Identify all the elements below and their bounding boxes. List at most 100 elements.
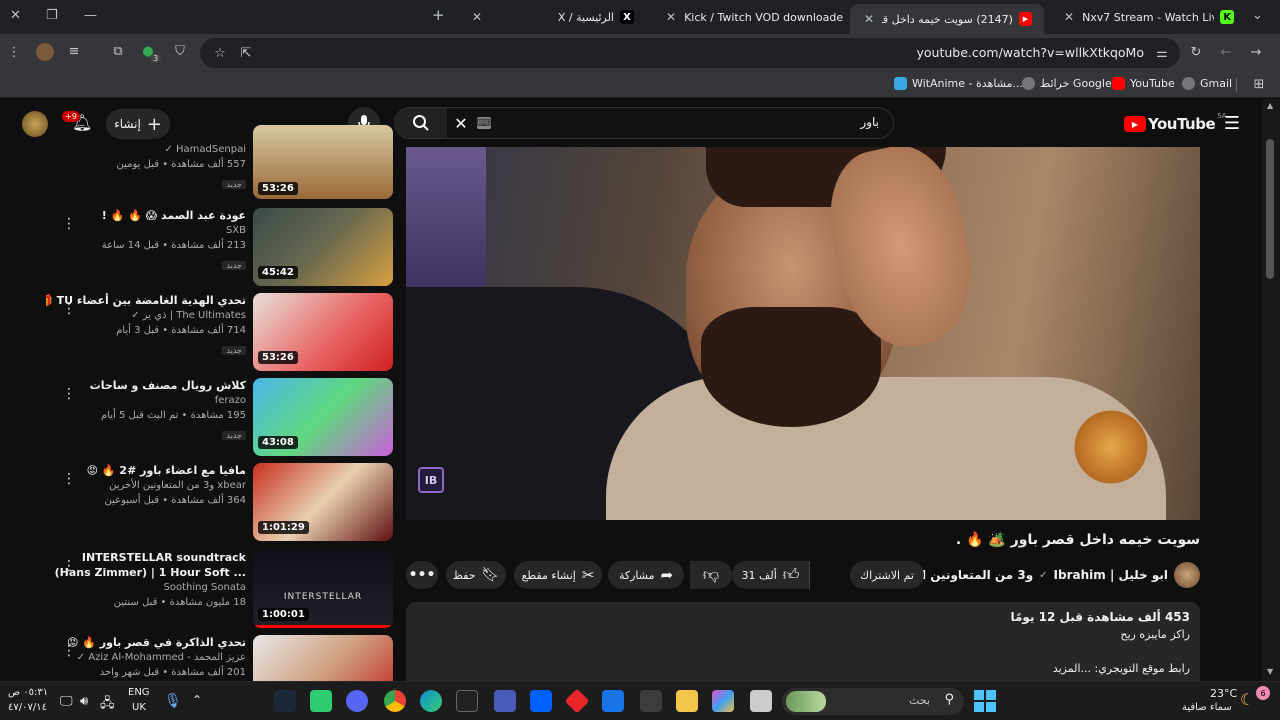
search-box[interactable]: ✕ ⌨ باور bbox=[394, 107, 894, 139]
minimize-window-icon[interactable]: — bbox=[84, 8, 97, 23]
share-button[interactable]: مشاركة ➦ bbox=[608, 561, 684, 589]
volume-icon[interactable]: 🔊︎ bbox=[80, 694, 88, 709]
recommendation-item[interactable]: INTERSTELLAR 1:00:01 ⋮ INTERSTELLAR soun… bbox=[40, 550, 396, 632]
close-tab-icon[interactable]: ✕ bbox=[472, 10, 482, 24]
epic-games-icon[interactable] bbox=[456, 690, 478, 712]
copilot-icon[interactable] bbox=[712, 690, 734, 712]
video-title[interactable]: مافيا مع اعضاء باور #2 🔥 😡 bbox=[46, 463, 246, 478]
recommendation-item[interactable]: 43:08 ⋮ كلاش رويال مصنف و ساحات ferazo 1… bbox=[40, 378, 396, 460]
channel-name[interactable]: SXB bbox=[46, 223, 246, 238]
omnibox[interactable]: ☆ ⇱ youtube.com/watch?v=wllkXtkqoMo ⚌ bbox=[200, 38, 1180, 68]
subscribed-button[interactable]: تم الاشتراك bbox=[850, 561, 924, 589]
close-tab-icon[interactable]: ✕ bbox=[864, 12, 874, 26]
close-tab-icon[interactable]: ✕ bbox=[1064, 10, 1074, 24]
input-region[interactable]: UK bbox=[132, 702, 146, 713]
description-box[interactable]: 453 ألف مشاهدة قبل 12 يومًا راكز مايبزه … bbox=[406, 602, 1200, 692]
channel-name[interactable]: ferazo bbox=[46, 393, 246, 408]
steam-icon[interactable] bbox=[274, 690, 296, 712]
video-title[interactable]: تحدي الذاكرة في قصر باور 🔥 😡 bbox=[46, 635, 246, 650]
video-player[interactable]: IB bbox=[406, 147, 1200, 520]
save-button[interactable]: حفظ 🔖︎ bbox=[446, 561, 506, 589]
input-language[interactable]: ENG bbox=[128, 687, 150, 698]
page-scrollbar[interactable]: ▲ ▼ bbox=[1262, 99, 1280, 681]
clear-search-icon[interactable]: ✕ bbox=[453, 114, 469, 133]
url-text[interactable]: youtube.com/watch?v=wllkXtkqoMo bbox=[916, 45, 1144, 60]
apps-grid-icon[interactable]: ⊞ bbox=[1252, 77, 1266, 92]
channel-name[interactable]: عزيز المحمد - Aziz Al-Mohammed ✓ bbox=[46, 650, 246, 665]
channel-avatar[interactable] bbox=[1174, 562, 1200, 588]
file-explorer-icon[interactable] bbox=[676, 690, 698, 712]
like-button[interactable]: 31 ألف 👍︎ bbox=[732, 561, 810, 589]
keyboard-icon[interactable]: ⌨ bbox=[477, 117, 491, 129]
video-title[interactable]: تحدي الهدية الغامضة بين أعضاء TU 🎁 bbox=[46, 293, 246, 308]
video-title[interactable]: INTERSTELLAR soundtrack (Hans Zimmer) | … bbox=[46, 550, 246, 580]
restore-window-icon[interactable]: ❐ bbox=[46, 8, 58, 23]
clock-time[interactable]: ٠٥:٣١ ص bbox=[8, 687, 48, 698]
scrollbar-thumb[interactable] bbox=[1266, 139, 1274, 279]
tab-vod-downloader[interactable]: ✕ Kick / Twitch VOD downloader D bbox=[652, 4, 844, 30]
edge-icon[interactable] bbox=[420, 690, 442, 712]
channel-name[interactable]: HamadSenpai ✓ bbox=[46, 142, 246, 157]
profile-avatar-icon[interactable] bbox=[36, 43, 54, 61]
mail-icon[interactable] bbox=[602, 690, 624, 712]
channel-watermark[interactable]: IB bbox=[418, 467, 444, 493]
bookmark-youtube[interactable]: YouTube bbox=[1112, 77, 1175, 90]
forward-icon[interactable]: ← bbox=[1218, 44, 1234, 60]
search-input[interactable]: باور bbox=[860, 115, 879, 129]
store-icon[interactable] bbox=[640, 690, 662, 712]
bookmark-witanime[interactable]: WitAnime - مشاهدة... bbox=[894, 77, 1023, 90]
tab-x-home[interactable]: X الرئيسية / X ✕ bbox=[458, 4, 646, 30]
description-text[interactable]: رابط موقع التويجري: ...المزيد bbox=[1053, 662, 1190, 675]
discord-icon[interactable] bbox=[346, 690, 368, 712]
app-gray-icon[interactable] bbox=[750, 690, 772, 712]
channel-name[interactable]: xbear و3 من المتعاونين الأخرين bbox=[46, 478, 246, 493]
close-window-icon[interactable]: ✕ bbox=[10, 8, 21, 23]
network-icon[interactable]: 🖧︎ bbox=[100, 694, 115, 716]
new-tab-icon[interactable]: + bbox=[432, 6, 445, 24]
reload-icon[interactable]: ↻ bbox=[1188, 44, 1204, 60]
recommendation-item[interactable]: 53:26 HamadSenpai ✓ 557 ألف مشاهدة • قبل… bbox=[40, 125, 396, 199]
tab-youtube-active[interactable]: ✕ (2147) سويت خيمه داخل قصر باو ▶ bbox=[850, 4, 1044, 34]
recommendation-item[interactable]: 45:42 ⋮ عودة عبد الصمد 😱 🔥 🔥 ! SXB 213 أ… bbox=[40, 208, 396, 290]
video-title[interactable]: عودة عبد الصمد 😱 🔥 🔥 ! bbox=[46, 208, 246, 223]
media-controls-icon[interactable]: ≡ bbox=[66, 43, 82, 59]
app-blue-icon[interactable] bbox=[494, 690, 516, 712]
menu-kebab-icon[interactable]: ⋮ bbox=[6, 44, 22, 60]
shield-icon[interactable]: ⛉ bbox=[172, 43, 188, 59]
site-settings-icon[interactable]: ⚌ bbox=[1154, 45, 1170, 61]
channel-name[interactable]: Soothing Sonata bbox=[46, 580, 246, 595]
close-tab-icon[interactable]: ✕ bbox=[666, 10, 676, 24]
recommendation-item[interactable]: 1:01:29 ⋮ مافيا مع اعضاء باور #2 🔥 😡 xbe… bbox=[40, 463, 396, 545]
channel-name[interactable]: The Ultimates | ذي ير ✓ bbox=[46, 308, 246, 323]
extensions-icon[interactable]: ⧉ bbox=[110, 43, 126, 59]
dislike-button[interactable]: 👎︎ bbox=[690, 561, 732, 589]
clock-date[interactable]: ٤٧/٠٧/١٤ bbox=[8, 702, 47, 713]
notification-center-icon[interactable]: 🖵︎ bbox=[60, 694, 73, 709]
dropbox-icon[interactable] bbox=[530, 690, 552, 712]
weather-temp[interactable]: 23°C bbox=[1210, 687, 1237, 700]
more-actions-button[interactable]: ••• bbox=[406, 561, 438, 589]
search-button[interactable] bbox=[395, 108, 447, 138]
app-green-icon[interactable] bbox=[310, 690, 332, 712]
bookmark-star-icon[interactable]: ☆ bbox=[212, 45, 228, 61]
scroll-down-icon[interactable]: ▼ bbox=[1267, 667, 1273, 676]
mic-tray-icon[interactable]: 🎙︎ bbox=[164, 693, 182, 709]
start-button[interactable] bbox=[974, 690, 996, 712]
show-hidden-icons[interactable]: ⌃ bbox=[192, 693, 202, 707]
youtube-logo[interactable]: ▶ YouTube SA bbox=[1124, 112, 1227, 133]
chrome-icon[interactable] bbox=[384, 690, 406, 712]
app-red-icon[interactable] bbox=[564, 688, 590, 714]
weather-desc[interactable]: سماء صافية bbox=[1182, 702, 1232, 713]
video-title[interactable]: كلاش رويال مصنف و ساحات bbox=[46, 378, 246, 393]
recommendation-item[interactable]: 53:26 ⋮ تحدي الهدية الغامضة بين أعضاء TU… bbox=[40, 293, 396, 375]
bookmark-gmail[interactable]: Gmail bbox=[1182, 77, 1232, 90]
video-thumbnail[interactable] bbox=[253, 635, 393, 681]
scroll-up-icon[interactable]: ▲ bbox=[1267, 101, 1273, 110]
tab-kick-stream[interactable]: ✕ Nxv7 Stream - Watch Live on Ki K bbox=[1050, 4, 1246, 30]
taskbar-search[interactable]: بحث ⚲ bbox=[782, 688, 964, 715]
create-button[interactable]: إنشاء + bbox=[106, 109, 170, 139]
recommendation-item[interactable]: ⋮ تحدي الذاكرة في قصر باور 🔥 😡 عزيز المح… bbox=[40, 635, 396, 681]
account-avatar[interactable] bbox=[22, 111, 48, 137]
back-icon[interactable]: → bbox=[1248, 44, 1264, 60]
bookmark-google-maps[interactable]: خرائط Google bbox=[1022, 77, 1112, 90]
